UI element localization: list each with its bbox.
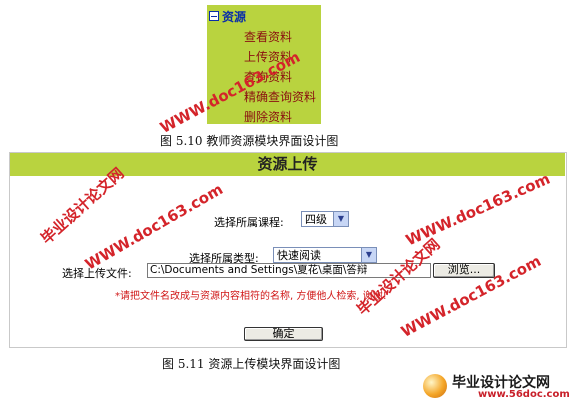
chevron-down-icon[interactable]: ▼ bbox=[361, 248, 376, 262]
menu-item-exact-query[interactable]: 精确查询资料 bbox=[244, 88, 316, 105]
figure-caption-5-11: 图 5.11 资源上传模块界面设计图 bbox=[162, 357, 341, 371]
collapse-icon[interactable] bbox=[209, 11, 219, 21]
confirm-button[interactable]: 确定 bbox=[244, 327, 323, 341]
menu-item-delete[interactable]: 删除资料 bbox=[244, 108, 292, 125]
upload-page-title: 资源上传 bbox=[10, 153, 565, 176]
course-select-value: 四级 bbox=[305, 213, 327, 226]
browse-button[interactable]: 浏览... bbox=[433, 263, 495, 278]
resource-menu-header[interactable]: 资源 bbox=[209, 9, 247, 24]
type-select-value: 快速阅读 bbox=[277, 249, 321, 262]
type-select[interactable]: 快速阅读 ▼ bbox=[273, 247, 377, 263]
menu-item-view[interactable]: 查看资料 bbox=[244, 28, 292, 45]
logo-url-text: www.56doc.com bbox=[478, 389, 570, 400]
course-label: 选择所属课程: bbox=[214, 216, 284, 229]
resource-menu-title: 资源 bbox=[222, 9, 247, 24]
site-logo-icon bbox=[423, 374, 447, 398]
course-select[interactable]: 四级 ▼ bbox=[301, 211, 349, 227]
figure-caption-5-10: 图 5.10 教师资源模块界面设计图 bbox=[160, 134, 339, 148]
upload-notice: *请把文件名改成与资源内容相符的名称, 方便他人检索, 谢谢! bbox=[115, 291, 387, 302]
chevron-down-icon[interactable]: ▼ bbox=[333, 212, 348, 226]
